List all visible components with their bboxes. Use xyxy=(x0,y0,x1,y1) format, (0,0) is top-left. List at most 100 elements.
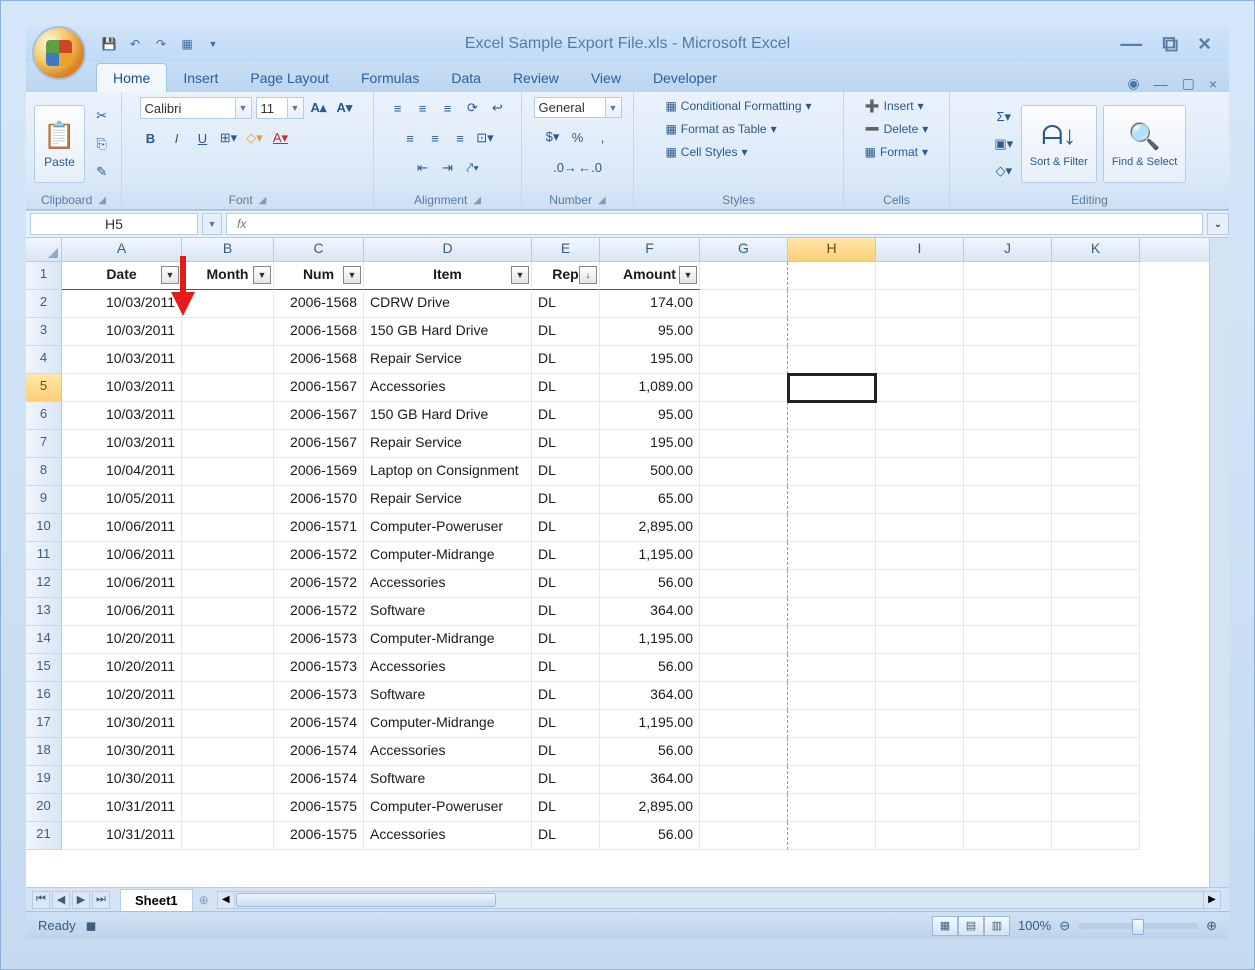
col-header-C[interactable]: C xyxy=(274,238,364,262)
cell[interactable]: 56.00 xyxy=(600,654,700,682)
cell[interactable]: 2006-1574 xyxy=(274,766,364,794)
cell[interactable] xyxy=(788,822,876,850)
row-header[interactable]: 2 xyxy=(26,290,62,318)
cell[interactable] xyxy=(1052,346,1140,374)
cell[interactable]: 2,895.00 xyxy=(600,794,700,822)
cell[interactable]: Repair Service xyxy=(364,346,532,374)
cell[interactable]: 10/20/2011 xyxy=(62,682,182,710)
cell[interactable]: 1,195.00 xyxy=(600,542,700,570)
merge-icon[interactable]: ⊡▾ xyxy=(474,127,496,149)
cell[interactable]: 1,089.00 xyxy=(600,374,700,402)
cell[interactable]: 10/31/2011 xyxy=(62,794,182,822)
cell[interactable]: 2006-1574 xyxy=(274,738,364,766)
cell[interactable]: 10/03/2011 xyxy=(62,290,182,318)
row-header[interactable]: 12 xyxy=(26,570,62,598)
find-select-button[interactable]: 🔍 Find & Select xyxy=(1103,105,1186,183)
cell[interactable] xyxy=(700,514,788,542)
cell[interactable]: Num▼ xyxy=(274,262,364,290)
cell[interactable]: Software xyxy=(364,766,532,794)
inc-indent-icon[interactable]: ⇥ xyxy=(437,157,459,179)
grow-font-icon[interactable]: A▴ xyxy=(308,97,330,119)
cell[interactable] xyxy=(964,346,1052,374)
zoom-slider[interactable] xyxy=(1078,923,1198,929)
cell[interactable]: Computer-Midrange xyxy=(364,626,532,654)
cell[interactable] xyxy=(700,598,788,626)
cell[interactable] xyxy=(1052,710,1140,738)
cell[interactable] xyxy=(788,402,876,430)
cell[interactable] xyxy=(876,346,964,374)
row-header[interactable]: 11 xyxy=(26,542,62,570)
cell[interactable]: 10/30/2011 xyxy=(62,710,182,738)
filter-button[interactable]: ▼ xyxy=(253,266,271,284)
cell[interactable] xyxy=(1052,318,1140,346)
cell[interactable] xyxy=(182,626,274,654)
shrink-font-icon[interactable]: A▾ xyxy=(334,97,356,119)
formula-input[interactable] xyxy=(226,213,1203,235)
cell[interactable]: 2006-1572 xyxy=(274,598,364,626)
row-header[interactable]: 7 xyxy=(26,430,62,458)
cell[interactable] xyxy=(964,710,1052,738)
align-top-icon[interactable]: ≡ xyxy=(387,97,409,119)
tab-pagelayout[interactable]: Page Layout xyxy=(234,64,345,92)
doc-close-icon[interactable]: × xyxy=(1209,76,1217,92)
align-bottom-icon[interactable]: ≡ xyxy=(437,97,459,119)
cell[interactable] xyxy=(788,542,876,570)
cell[interactable] xyxy=(876,794,964,822)
grid-body[interactable]: 1Date▼Month▼Num▼Item▼Rep↓Amount▼210/03/2… xyxy=(26,262,1209,887)
cell[interactable]: 10/03/2011 xyxy=(62,318,182,346)
cell[interactable] xyxy=(182,570,274,598)
cell[interactable]: 56.00 xyxy=(600,822,700,850)
cell[interactable] xyxy=(964,374,1052,402)
view-page-break-icon[interactable]: ▥ xyxy=(984,916,1010,936)
cell[interactable] xyxy=(788,654,876,682)
sheet-tab[interactable]: Sheet1 xyxy=(120,889,193,911)
cell[interactable] xyxy=(964,682,1052,710)
cell[interactable]: Accessories xyxy=(364,822,532,850)
cell[interactable]: 10/04/2011 xyxy=(62,458,182,486)
cell[interactable]: 10/30/2011 xyxy=(62,738,182,766)
cell[interactable]: CDRW Drive xyxy=(364,290,532,318)
cell[interactable] xyxy=(1052,626,1140,654)
cell[interactable]: 65.00 xyxy=(600,486,700,514)
cell[interactable] xyxy=(964,402,1052,430)
cell[interactable] xyxy=(876,654,964,682)
cell[interactable] xyxy=(788,346,876,374)
inc-decimal-icon[interactable]: .0→ xyxy=(554,156,576,178)
cell[interactable] xyxy=(1052,766,1140,794)
format-button[interactable]: ▦Format ▾ xyxy=(863,143,930,161)
col-header-H[interactable]: H xyxy=(788,238,876,262)
cell[interactable]: 10/06/2011 xyxy=(62,570,182,598)
name-box[interactable]: H5 xyxy=(30,213,198,235)
cell[interactable] xyxy=(700,318,788,346)
filter-button[interactable]: ↓ xyxy=(579,266,597,284)
row-header[interactable]: 16 xyxy=(26,682,62,710)
cell[interactable] xyxy=(700,626,788,654)
tab-insert[interactable]: Insert xyxy=(167,64,234,92)
cell[interactable]: 2006-1569 xyxy=(274,458,364,486)
cell[interactable]: 150 GB Hard Drive xyxy=(364,318,532,346)
row-header[interactable]: 10 xyxy=(26,514,62,542)
col-header-J[interactable]: J xyxy=(964,238,1052,262)
cell[interactable] xyxy=(876,262,964,290)
cell[interactable]: 1,195.00 xyxy=(600,710,700,738)
cell[interactable] xyxy=(182,430,274,458)
clear-icon[interactable]: ◇▾ xyxy=(993,160,1015,182)
cell[interactable]: 2006-1574 xyxy=(274,710,364,738)
cell[interactable]: 10/03/2011 xyxy=(62,346,182,374)
cell[interactable] xyxy=(964,794,1052,822)
cell[interactable]: 10/20/2011 xyxy=(62,654,182,682)
number-launcher-icon[interactable]: ◢ xyxy=(598,195,606,206)
cell[interactable]: 95.00 xyxy=(600,402,700,430)
cell[interactable] xyxy=(700,682,788,710)
cut-icon[interactable]: ✂ xyxy=(91,105,113,127)
cell[interactable] xyxy=(876,822,964,850)
cell[interactable] xyxy=(700,710,788,738)
cell[interactable] xyxy=(700,486,788,514)
cell[interactable] xyxy=(788,318,876,346)
col-header-F[interactable]: F xyxy=(600,238,700,262)
cell[interactable]: 2006-1568 xyxy=(274,318,364,346)
cell[interactable]: Date▼ xyxy=(62,262,182,290)
percent-icon[interactable]: % xyxy=(567,126,589,148)
cell[interactable] xyxy=(182,794,274,822)
cell[interactable] xyxy=(876,626,964,654)
